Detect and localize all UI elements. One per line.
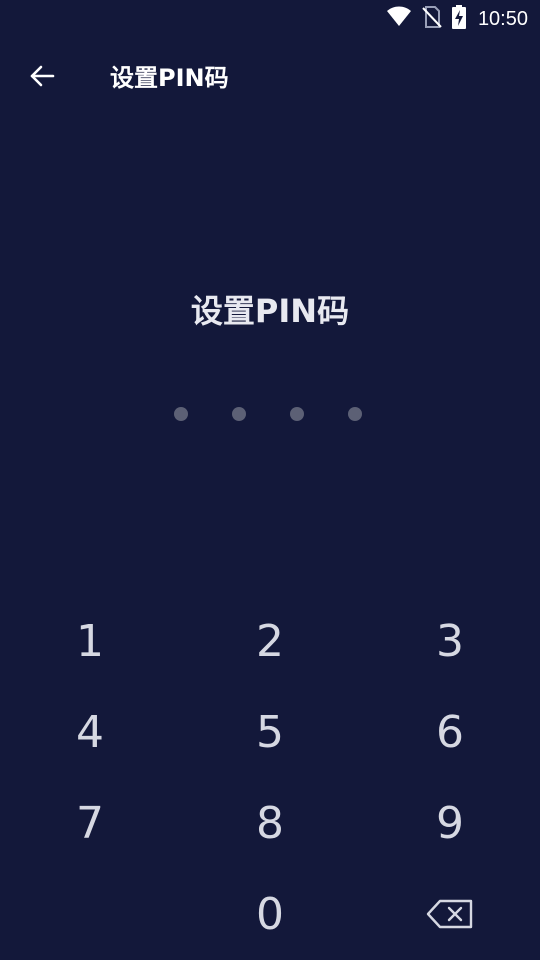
pin-dot [174,407,188,421]
key-empty [0,869,180,960]
no-sim-icon [422,6,442,32]
key-0[interactable]: 0 [180,869,360,960]
app-bar: 设置PIN码 [0,36,540,120]
status-bar: 10:50 [0,0,540,36]
key-7[interactable]: 7 [0,778,180,869]
key-2[interactable]: 2 [180,596,360,687]
key-9[interactable]: 9 [360,778,540,869]
key-6[interactable]: 6 [360,687,540,778]
pin-dot [348,407,362,421]
key-4[interactable]: 4 [0,687,180,778]
back-button[interactable] [22,58,62,98]
key-5[interactable]: 5 [180,687,360,778]
pin-heading: 设置PIN码 [190,292,350,330]
pin-dot [232,407,246,421]
key-3[interactable]: 3 [360,596,540,687]
page-title: 设置PIN码 [110,64,229,92]
number-keypad: 1 2 3 4 5 6 7 8 9 0 [0,596,540,960]
status-icons: 10:50 [386,5,528,33]
wifi-icon [386,6,412,32]
pin-dot [290,407,304,421]
battery-charging-icon [451,5,466,33]
key-1[interactable]: 1 [0,596,180,687]
status-time: 10:50 [477,7,528,30]
pin-indicator [174,407,362,421]
key-8[interactable]: 8 [180,778,360,869]
backspace-key[interactable] [360,869,540,960]
arrow-left-icon [29,65,55,91]
backspace-icon [426,889,474,940]
